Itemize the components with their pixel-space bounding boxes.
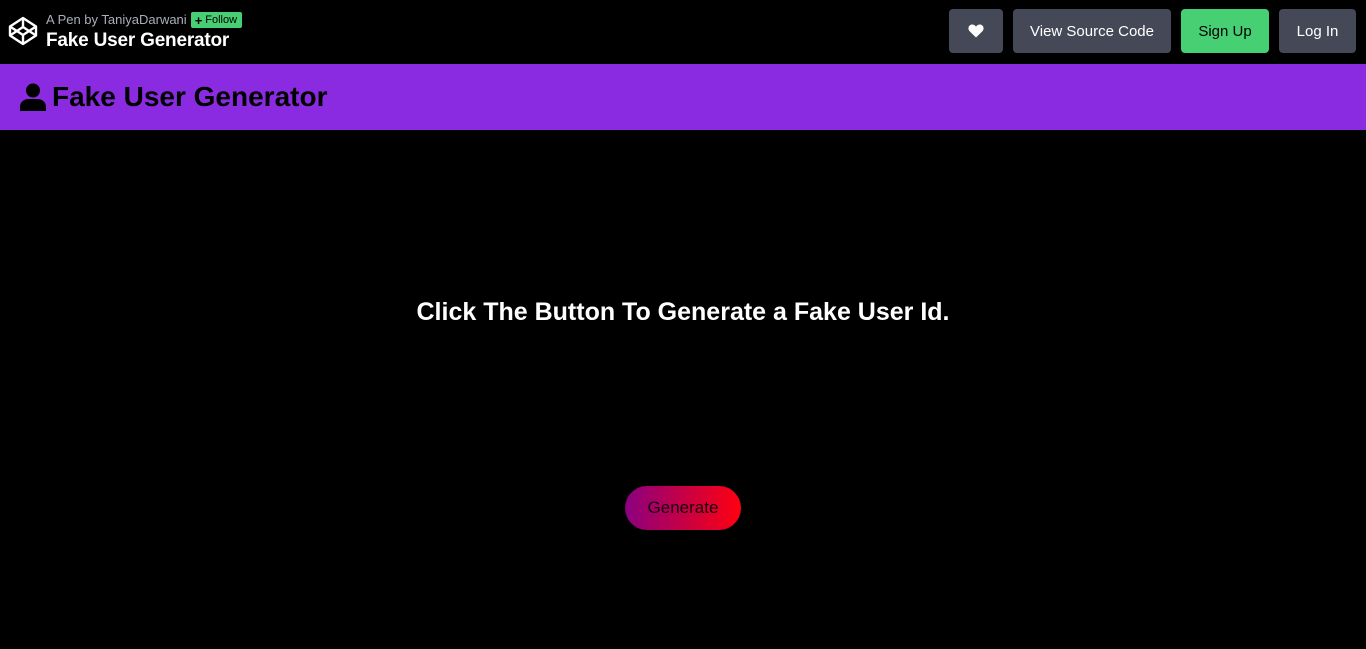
sign-up-button[interactable]: Sign Up bbox=[1181, 9, 1269, 53]
follow-label: Follow bbox=[205, 14, 238, 26]
app-header: Fake User Generator bbox=[0, 64, 1366, 130]
log-in-button[interactable]: Log In bbox=[1279, 9, 1356, 53]
heart-icon bbox=[968, 24, 984, 38]
codepen-top-bar: A Pen by TaniyaDarwani + Follow Fake Use… bbox=[0, 0, 1366, 64]
pen-title: Fake User Generator bbox=[46, 30, 230, 51]
generate-button[interactable]: Generate bbox=[625, 486, 741, 530]
plus-icon: + bbox=[194, 12, 203, 28]
app-title: Fake User Generator bbox=[52, 81, 328, 112]
pen-meta: A Pen by TaniyaDarwani + Follow bbox=[46, 11, 243, 29]
heart-button[interactable] bbox=[949, 9, 1003, 53]
codepen-logo-icon[interactable] bbox=[8, 16, 38, 46]
user-icon bbox=[20, 83, 46, 111]
pen-author[interactable]: A Pen by TaniyaDarwani bbox=[46, 12, 187, 28]
view-source-button[interactable]: View Source Code bbox=[1013, 9, 1171, 53]
generate-prompt: Click The Button To Generate a Fake User… bbox=[416, 298, 950, 326]
follow-button[interactable]: + Follow bbox=[190, 12, 243, 28]
